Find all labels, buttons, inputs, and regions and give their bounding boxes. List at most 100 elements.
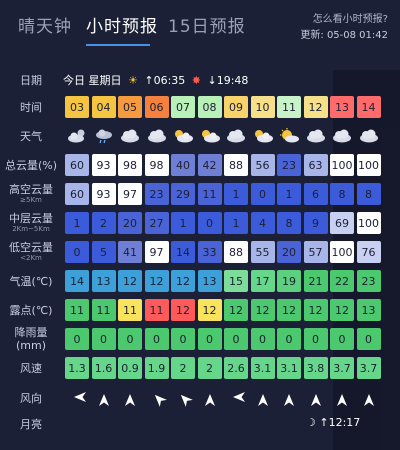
mid-cloud-cell: 9 [303,212,328,234]
rain-cloud-icon [91,126,117,146]
date-info: 今日 星期日 ☀ ↑06:35 ✸ ↓19:48 [63,72,251,88]
mid-cloud-cell: 2 [91,212,116,234]
low-cloud-cell: 57 [303,241,328,263]
dew-cell: 12 [197,299,222,321]
dew-cell: 11 [91,299,116,321]
temp-cell: 14 [65,270,89,292]
high-cloud-cell: 0 [250,183,275,205]
wind-speed-cell: 1.9 [144,357,169,379]
total-cloud-cell: 60 [65,154,89,176]
total-cloud-cell: 63 [303,154,328,176]
label-time: 时间 [20,100,42,114]
total-cloud-cell: 40 [171,154,195,176]
low-cloud-title: 低空云量 [9,241,53,254]
north-arrow-icon [124,391,136,406]
temp-cell: 13 [197,270,222,292]
high-cloud-cell: 60 [65,183,89,205]
dew-cell: 12 [250,299,275,321]
high-cloud-cell: 6 [303,183,328,205]
low-cloud-cell: 76 [356,241,381,263]
time-cell: 12 [303,96,328,118]
high-cloud-cell: 23 [144,183,169,205]
west-arrow-icon [71,391,86,403]
header-tabs: 晴天钟 小时预报 15日预报 怎么看小时预报? 更新: 05-08 01:42 [0,0,400,50]
time-cell: 11 [277,96,301,118]
dew-cell: 12 [303,299,328,321]
rain-cell: 0 [330,328,354,350]
temp-cell: 17 [250,270,275,292]
cloudy-icon [144,126,170,146]
mid-cloud-cell: 4 [250,212,275,234]
label-weather: 天气 [20,129,42,143]
time-cell: 08 [197,96,222,118]
wind-speed-cell: 2.6 [224,357,248,379]
wind-speed-cell: 2 [197,357,222,379]
rain-cell: 0 [65,328,89,350]
total-cloud-cell: 56 [250,154,275,176]
total-cloud-cell: 100 [356,154,381,176]
temp-cell: 12 [144,270,169,292]
temp-cell: 15 [224,270,248,292]
partly-cloudy-icon [170,126,196,146]
rain-cell: 0 [197,328,222,350]
temp-cell: 12 [171,270,195,292]
update-time: 更新: 05-08 01:42 [300,30,388,41]
mid-cloud-cell: 0 [197,212,222,234]
high-cloud-cell: 11 [197,183,222,205]
low-cloud-cell: 41 [118,241,142,263]
temp-cell: 13 [91,270,116,292]
high-cloud-cell: 97 [118,183,142,205]
high-cloud-cell: 93 [91,183,116,205]
north-arrow-icon [283,391,295,406]
high-cloud-cell: 8 [330,183,354,205]
label-rain: 降雨量(mm) [14,326,48,352]
time-cell: 03 [65,96,89,118]
help-link[interactable]: 怎么看小时预报? [313,10,388,25]
sunrise-time: ↑06:35 [144,74,186,87]
tab-clear-sky-clock[interactable]: 晴天钟 [18,12,72,37]
wind-speed-cell: 3.1 [277,357,301,379]
mid-cloud-title: 中层云量 [9,212,53,225]
tab-hourly-forecast[interactable]: 小时预报 [86,12,158,37]
partly-cloudy-icon [250,126,276,146]
high-cloud-range: ≥5Km [20,196,42,204]
time-cell: 13 [330,96,354,118]
time-cell: 04 [91,96,116,118]
dew-cell: 12 [277,299,301,321]
cloudy-icon [223,126,249,146]
sunrise-icon: ☀ [128,74,138,87]
label-wind-speed: 风速 [20,361,42,375]
label-moon: 月亮 [20,417,42,431]
dew-cell: 11 [118,299,142,321]
dew-cell: 12 [224,299,248,321]
rain-cell: 0 [303,328,328,350]
cloudy-icon [303,126,329,146]
rain-cell: 0 [224,328,248,350]
mid-cloud-cell: 27 [144,212,169,234]
mid-cloud-cell: 20 [118,212,142,234]
tab-15-day-forecast[interactable]: 15日预报 [168,12,246,37]
time-cell: 05 [118,96,142,118]
sunset-time: ↓19:48 [207,74,249,87]
mid-cloud-cell: 1 [65,212,89,234]
low-cloud-cell: 5 [91,241,116,263]
northwest-arrow-icon [175,389,193,407]
north-arrow-icon [336,391,348,406]
temp-cell: 21 [303,270,328,292]
temp-cell: 12 [118,270,142,292]
wind-speed-cell: 3.7 [330,357,354,379]
rain-cell: 0 [118,328,142,350]
high-cloud-cell: 29 [171,183,195,205]
cloudy-icon [329,126,355,146]
time-cell: 07 [171,96,195,118]
low-cloud-cell: 97 [144,241,169,263]
temp-cell: 22 [330,270,354,292]
northwest-arrow-icon [148,389,167,407]
wind-speed-cell: 1.6 [91,357,116,379]
wind-speed-cell: 3.8 [303,357,328,379]
wind-speed-cell: 3.1 [250,357,275,379]
label-temp: 气温(℃) [9,274,53,288]
total-cloud-cell: 93 [91,154,116,176]
mid-cloud-cell: 1 [224,212,248,234]
rain-cell: 0 [250,328,275,350]
